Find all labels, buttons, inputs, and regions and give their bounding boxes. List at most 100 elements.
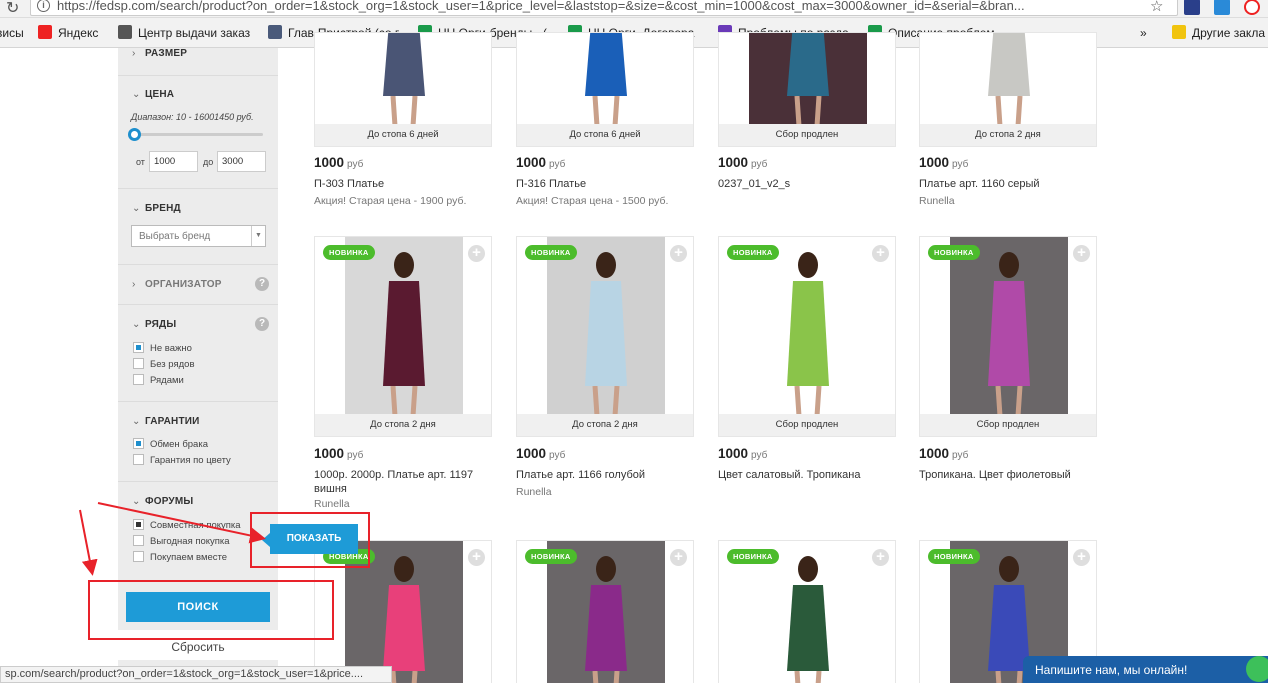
product-photo[interactable] xyxy=(950,33,1068,127)
checkbox-rows-options[interactable]: Не важно xyxy=(133,342,192,354)
product-card[interactable]: До стопа 6 дней xyxy=(314,32,492,147)
dress-figure xyxy=(787,252,829,417)
bookmark-star-icon[interactable]: ☆ xyxy=(1150,0,1163,15)
download-extension-icon[interactable] xyxy=(1214,0,1230,15)
brand-select[interactable]: Выбрать бренд ▼ xyxy=(131,225,266,247)
add-to-cart-icon[interactable]: + xyxy=(468,549,485,566)
new-badge: НОВИНКА xyxy=(323,245,375,260)
model-legs xyxy=(794,670,822,683)
bookmark-item[interactable]: висы xyxy=(0,26,24,40)
checkbox-rows-options[interactable]: Рядами xyxy=(133,374,184,386)
product-card[interactable]: НОВИНКА + Сбор продлен xyxy=(718,236,896,437)
add-to-cart-icon[interactable]: + xyxy=(1073,549,1090,566)
opera-icon[interactable] xyxy=(1244,0,1260,15)
address-field[interactable]: i https://fedsp.com/search/product?on_or… xyxy=(30,0,1178,16)
checkbox-forum-options[interactable]: Выгодная покупка xyxy=(133,535,230,547)
product-photo[interactable] xyxy=(950,237,1068,417)
product-status: Сбор продлен xyxy=(719,414,895,436)
help-icon[interactable]: ? xyxy=(255,277,269,291)
product-photo[interactable] xyxy=(547,237,665,417)
price-to-input[interactable] xyxy=(217,151,266,172)
product-name[interactable]: Платье арт. 1160 серый xyxy=(919,177,1099,191)
price-slider-knob[interactable] xyxy=(128,128,141,141)
product-name[interactable]: Цвет салатовый. Тропикана xyxy=(718,468,898,482)
product-photo[interactable] xyxy=(345,33,463,127)
checkbox-box[interactable] xyxy=(133,374,144,385)
model-head xyxy=(596,556,616,582)
bookmark-item[interactable]: Центр выдачи заказ xyxy=(138,26,250,40)
help-icon[interactable]: ? xyxy=(255,317,269,331)
product-price: 1000 руб xyxy=(919,155,968,170)
product-name[interactable]: 0237_01_v2_s xyxy=(718,177,898,191)
filter-rows-toggle[interactable]: ⌄ РЯДЫ xyxy=(132,319,176,330)
brand-select-placeholder: Выбрать бренд xyxy=(139,231,211,242)
product-name[interactable]: П-303 Платье xyxy=(314,177,494,191)
add-to-cart-icon[interactable]: + xyxy=(670,245,687,262)
product-card[interactable]: До стопа 6 дней xyxy=(516,32,694,147)
product-card[interactable]: НОВИНКА + Сбор продлен xyxy=(919,236,1097,437)
add-to-cart-icon[interactable]: + xyxy=(468,245,485,262)
checkbox-box[interactable] xyxy=(133,535,144,546)
price-slider-track[interactable] xyxy=(133,133,263,136)
product-photo[interactable] xyxy=(749,237,867,417)
filter-guarantees-label: ГАРАНТИИ xyxy=(144,416,200,427)
add-to-cart-icon[interactable]: + xyxy=(872,245,889,262)
add-to-cart-icon[interactable]: + xyxy=(670,549,687,566)
price-currency: руб xyxy=(751,450,768,461)
price-range-text: Диапазон: 10 - 16001450 руб. xyxy=(131,112,254,122)
price-value: 1000 xyxy=(516,155,547,170)
price-from-label: от xyxy=(136,157,145,167)
checkbox-guarantee-options[interactable]: Обмен брака xyxy=(133,438,208,450)
filter-price-toggle[interactable]: ⌄ ЦЕНА xyxy=(132,89,174,100)
filter-brand-toggle[interactable]: ⌄ БРЕНД xyxy=(132,203,181,214)
checkbox-rows-options[interactable]: Без рядов xyxy=(133,358,195,370)
filter-size-toggle[interactable]: › РАЗМЕР xyxy=(132,48,187,59)
checkbox-forum-options[interactable]: Совместная покупка xyxy=(133,519,241,531)
product-card[interactable]: НОВИНКА + До стопа 2 дня xyxy=(314,236,492,437)
checkbox-box[interactable] xyxy=(133,358,144,369)
checkbox-box[interactable] xyxy=(133,438,144,449)
product-card[interactable]: НОВИНКА + xyxy=(516,540,694,683)
product-name[interactable]: Тропикана. Цвет фиолетовый xyxy=(919,468,1099,482)
product-card[interactable]: НОВИНКА + До стопа 2 дня xyxy=(516,236,694,437)
model-legs xyxy=(794,385,822,417)
product-photo[interactable] xyxy=(345,237,463,417)
price-currency: руб xyxy=(952,450,969,461)
filter-forums-toggle[interactable]: ⌄ ФОРУМЫ xyxy=(132,496,193,507)
checkbox-box[interactable] xyxy=(133,519,144,530)
checkbox-box[interactable] xyxy=(133,454,144,465)
product-name[interactable]: Платье арт. 1166 голубой xyxy=(516,468,696,482)
add-to-cart-icon[interactable]: + xyxy=(872,549,889,566)
product-name[interactable]: 1000р. 2000р. Платье арт. 1197 вишня xyxy=(314,468,494,496)
dress-shape xyxy=(585,585,627,671)
product-card[interactable]: Сбор продлен xyxy=(718,32,896,147)
product-card[interactable]: До стопа 2 дня xyxy=(919,32,1097,147)
extension-icon[interactable] xyxy=(1184,0,1200,15)
filter-guarantees-toggle[interactable]: ⌄ ГАРАНТИИ xyxy=(132,416,200,427)
chat-widget[interactable]: Напишите нам, мы онлайн! xyxy=(1023,656,1268,683)
add-to-cart-icon[interactable]: + xyxy=(1073,245,1090,262)
checkbox-box[interactable] xyxy=(133,551,144,562)
price-currency: руб xyxy=(347,159,364,170)
filter-organizer-toggle[interactable]: › ОРГАНИЗАТОР xyxy=(132,279,222,290)
checkbox-box[interactable] xyxy=(133,342,144,353)
product-subtitle: Runella xyxy=(314,498,350,510)
dropdown-arrow-icon: ▼ xyxy=(251,226,265,246)
product-name[interactable]: П-316 Платье xyxy=(516,177,696,191)
model-legs xyxy=(592,95,620,127)
product-card[interactable]: НОВИНКА + xyxy=(718,540,896,683)
info-icon[interactable]: i xyxy=(37,0,50,12)
chat-status-icon xyxy=(1246,656,1268,682)
checkbox-guarantee-options[interactable]: Гарантия по цвету xyxy=(133,454,231,466)
checkbox-forum-options[interactable]: Покупаем вместе xyxy=(133,551,227,563)
bookmark-item[interactable]: » xyxy=(1140,26,1147,40)
new-badge: НОВИНКА xyxy=(928,549,980,564)
product-photo[interactable] xyxy=(547,33,665,127)
bookmark-item[interactable]: Яндекс xyxy=(58,26,98,40)
price-from-input[interactable] xyxy=(149,151,198,172)
bookmark-item[interactable]: Другие закла xyxy=(1192,26,1265,40)
model-legs xyxy=(592,385,620,417)
checkbox-label: Обмен брака xyxy=(150,439,208,450)
product-photo[interactable] xyxy=(749,33,867,127)
reload-icon[interactable]: ↻ xyxy=(6,0,19,18)
